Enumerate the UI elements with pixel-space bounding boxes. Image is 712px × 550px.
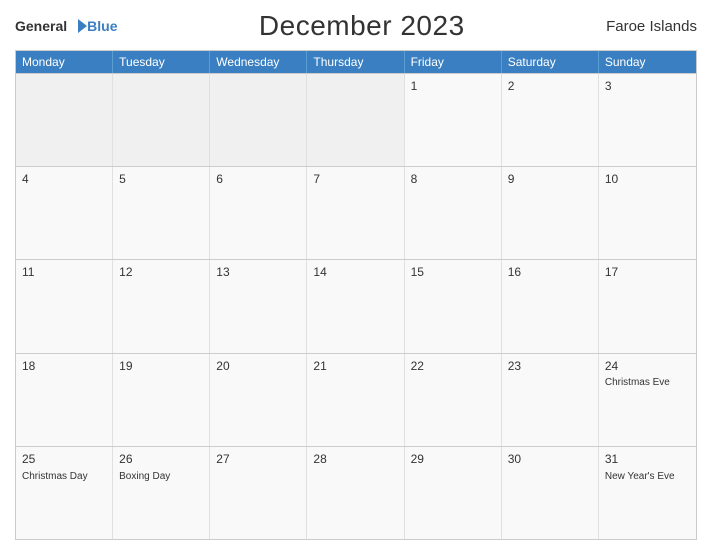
day-number: 7 [313, 171, 397, 188]
cal-cell-2-3: 14 [307, 260, 404, 352]
day-number: 13 [216, 264, 300, 281]
day-number: 31 [605, 451, 690, 468]
header-cell-tuesday: Tuesday [113, 51, 210, 73]
day-number: 4 [22, 171, 106, 188]
cal-cell-2-6: 17 [599, 260, 696, 352]
cal-cell-3-6: 24Christmas Eve [599, 354, 696, 446]
day-number: 8 [411, 171, 495, 188]
cal-cell-3-5: 23 [502, 354, 599, 446]
day-number: 17 [605, 264, 690, 281]
day-number: 30 [508, 451, 592, 468]
cal-cell-2-0: 11 [16, 260, 113, 352]
day-number: 21 [313, 358, 397, 375]
cal-cell-4-6: 31 New Year's Eve [599, 447, 696, 539]
week-row-3: 11 12 13 14 15 16 17 [16, 259, 696, 352]
cal-cell-1-3: 7 [307, 167, 404, 259]
week-row-1: 123 [16, 73, 696, 166]
cal-cell-0-2 [210, 74, 307, 166]
day-number: 27 [216, 451, 300, 468]
calendar: MondayTuesdayWednesdayThursdayFridaySatu… [15, 50, 697, 540]
day-number: 16 [508, 264, 592, 281]
day-number: 1 [411, 78, 495, 95]
day-number: 14 [313, 264, 397, 281]
cal-cell-2-5: 16 [502, 260, 599, 352]
cal-cell-4-5: 30 [502, 447, 599, 539]
cal-cell-4-0: 25 Christmas Day [16, 447, 113, 539]
day-number: 20 [216, 358, 300, 375]
logo: General Blue [15, 17, 117, 35]
page: General Blue December 2023 Faroe Islands… [0, 0, 712, 550]
cal-cell-1-2: 6 [210, 167, 307, 259]
cal-cell-3-1: 19 [113, 354, 210, 446]
day-number: 25 [22, 451, 106, 468]
cal-cell-1-5: 9 [502, 167, 599, 259]
cal-cell-1-1: 5 [113, 167, 210, 259]
cal-cell-4-4: 29 [405, 447, 502, 539]
day-number: 5 [119, 171, 203, 188]
cal-cell-3-2: 20 [210, 354, 307, 446]
day-event: Boxing Day [119, 470, 203, 483]
cal-cell-4-2: 27 [210, 447, 307, 539]
header-cell-monday: Monday [16, 51, 113, 73]
cal-cell-2-4: 15 [405, 260, 502, 352]
day-number: 18 [22, 358, 106, 375]
cal-cell-0-0 [16, 74, 113, 166]
cal-cell-0-4: 1 [405, 74, 502, 166]
logo-flag-icon [69, 17, 87, 35]
day-number: 26 [119, 451, 203, 468]
cal-cell-1-4: 8 [405, 167, 502, 259]
calendar-header-row: MondayTuesdayWednesdayThursdayFridaySatu… [16, 51, 696, 73]
header-cell-friday: Friday [405, 51, 502, 73]
day-event: New Year's Eve [605, 470, 690, 483]
day-event: Christmas Day [22, 470, 106, 483]
day-number: 29 [411, 451, 495, 468]
cal-cell-0-6: 3 [599, 74, 696, 166]
day-number: 28 [313, 451, 397, 468]
day-number: 11 [22, 264, 106, 281]
cal-cell-1-0: 4 [16, 167, 113, 259]
week-row-5: 25 Christmas Day 26 Boxing Day 27 28 29 30 31 New… [16, 446, 696, 539]
week-row-2: 456789 10 [16, 166, 696, 259]
header-cell-thursday: Thursday [307, 51, 404, 73]
cal-cell-3-4: 22 [405, 354, 502, 446]
cal-cell-4-1: 26 Boxing Day [113, 447, 210, 539]
day-number: 12 [119, 264, 203, 281]
day-number: 9 [508, 171, 592, 188]
cal-cell-2-1: 12 [113, 260, 210, 352]
day-number: 15 [411, 264, 495, 281]
logo-general-text: General [15, 18, 67, 34]
cal-cell-4-3: 28 [307, 447, 404, 539]
cal-cell-0-1 [113, 74, 210, 166]
week-row-4: 18 19 20 21 22 23 24Christmas Eve [16, 353, 696, 446]
header-cell-wednesday: Wednesday [210, 51, 307, 73]
calendar-body: 123456789101112131415161718192021222324C… [16, 73, 696, 539]
day-number: 10 [605, 171, 690, 188]
day-event: Christmas Eve [605, 376, 690, 389]
day-number: 19 [119, 358, 203, 375]
cal-cell-1-6: 10 [599, 167, 696, 259]
header-cell-sunday: Sunday [599, 51, 696, 73]
logo-blue-text: Blue [87, 18, 117, 34]
day-number: 24 [605, 358, 690, 375]
cal-cell-3-0: 18 [16, 354, 113, 446]
day-number: 23 [508, 358, 592, 375]
cal-cell-2-2: 13 [210, 260, 307, 352]
day-number: 2 [508, 78, 592, 95]
region-label: Faroe Islands [606, 18, 697, 35]
day-number: 3 [605, 78, 690, 95]
cal-cell-0-3 [307, 74, 404, 166]
day-number: 6 [216, 171, 300, 188]
header-cell-saturday: Saturday [502, 51, 599, 73]
day-number: 22 [411, 358, 495, 375]
header: General Blue December 2023 Faroe Islands [15, 10, 697, 42]
cal-cell-3-3: 21 [307, 354, 404, 446]
cal-cell-0-5: 2 [502, 74, 599, 166]
calendar-title: December 2023 [259, 10, 465, 42]
